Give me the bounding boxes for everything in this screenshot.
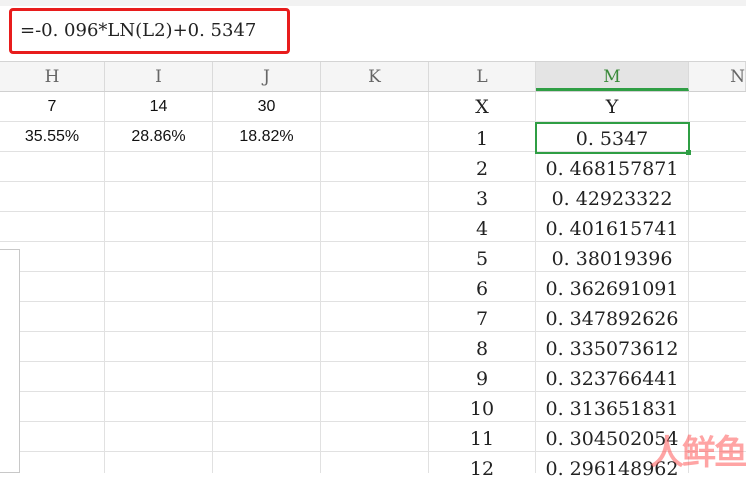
cell-x[interactable]: 4	[429, 214, 535, 244]
cell-x[interactable]: 3	[429, 184, 535, 214]
cell-h2[interactable]: 35.55%	[0, 122, 104, 152]
cell-header-y[interactable]: Y	[536, 92, 688, 122]
cell-h1[interactable]: 7	[0, 92, 104, 122]
cell-y[interactable]: 0. 347892626	[536, 304, 688, 334]
watermark-logo: 人鲜鱼	[650, 433, 746, 473]
cell-y[interactable]: 0. 38019396	[536, 244, 688, 274]
formula-bar: =-0. 096*LN(L2)+0. 5347	[0, 0, 746, 62]
cell-y[interactable]: 0. 335073612	[536, 334, 688, 364]
cell-x[interactable]: 2	[429, 154, 535, 184]
cell-x[interactable]: 7	[429, 304, 535, 334]
embedded-chart-edge[interactable]	[0, 249, 20, 473]
fill-handle[interactable]	[686, 150, 691, 155]
cell-y[interactable]: 0. 313651831	[536, 394, 688, 424]
cell-y[interactable]: 0. 323766441	[536, 364, 688, 394]
cell-x[interactable]: 12	[429, 454, 535, 484]
column-header-row: H I J K L M N	[0, 62, 746, 92]
column-header-k[interactable]: K	[321, 62, 429, 91]
cell-y[interactable]: 0. 42923322	[536, 184, 688, 214]
cell-x[interactable]: 10	[429, 394, 535, 424]
cell-x[interactable]: 11	[429, 424, 535, 454]
column-header-j[interactable]: J	[213, 62, 321, 91]
column-header-l[interactable]: L	[429, 62, 536, 91]
cell-y[interactable]: 0. 468157871	[536, 154, 688, 184]
cell-header-x[interactable]: X	[429, 92, 535, 122]
cell-j2[interactable]: 18.82%	[213, 122, 320, 152]
toolbar-strip	[0, 0, 746, 6]
cell-j1[interactable]: 30	[213, 92, 320, 122]
cell-i2[interactable]: 28.86%	[105, 122, 212, 152]
selected-cell-border	[535, 122, 690, 154]
cell-y[interactable]: 0. 362691091	[536, 274, 688, 304]
column-header-n[interactable]: N	[689, 62, 746, 91]
cell-x[interactable]: 8	[429, 334, 535, 364]
cell-x[interactable]: 6	[429, 274, 535, 304]
column-header-m[interactable]: M	[536, 62, 689, 91]
cell-x[interactable]: 5	[429, 244, 535, 274]
spreadsheet-grid[interactable]: 7 14 30 35.55% 28.86% 18.82% X Y 1 0. 53…	[0, 92, 746, 480]
column-header-i[interactable]: I	[105, 62, 213, 91]
cell-y[interactable]: 0. 401615741	[536, 214, 688, 244]
cell-x[interactable]: 1	[429, 124, 535, 154]
cell-x[interactable]: 9	[429, 364, 535, 394]
formula-text: =-0. 096*LN(L2)+0. 5347	[20, 20, 257, 41]
cell-i1[interactable]: 14	[105, 92, 212, 122]
column-header-h[interactable]: H	[0, 62, 105, 91]
